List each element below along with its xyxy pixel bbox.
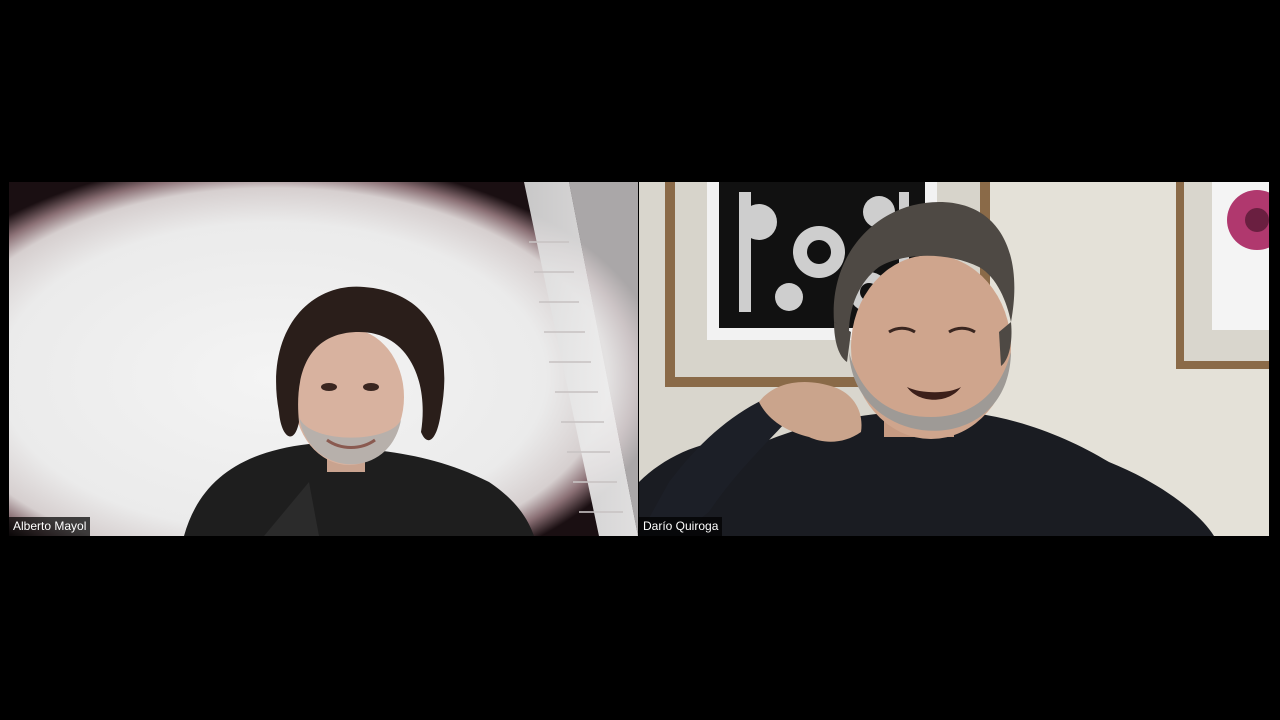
participant-name-label: Darío Quiroga xyxy=(639,517,723,536)
participant-video-tile-dario[interactable]: Darío Quiroga xyxy=(639,182,1269,536)
participant-name-label: Alberto Mayol xyxy=(9,517,91,536)
participant-video-feed xyxy=(639,182,1269,536)
participant-video-tile-alberto[interactable]: Alberto Mayol xyxy=(9,182,638,536)
participant-video-feed xyxy=(9,182,638,536)
video-call-stage: Alberto Mayol Darío Quiroga xyxy=(0,0,1280,720)
